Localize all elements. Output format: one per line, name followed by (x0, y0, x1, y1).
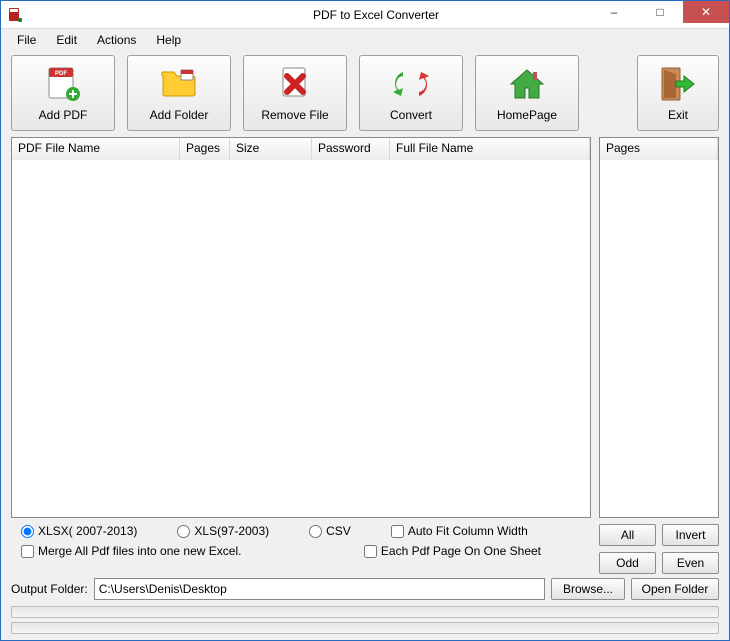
pages-list[interactable]: Pages (599, 137, 719, 518)
output-row: Output Folder: Browse... Open Folder (1, 574, 729, 604)
radio-xlsx[interactable]: XLSX( 2007-2013) (21, 524, 137, 538)
odd-button[interactable]: Odd (599, 552, 656, 574)
menu-help[interactable]: Help (148, 31, 189, 49)
folder-icon (159, 64, 199, 104)
app-window: PDF to Excel Converter – □ ✕ File Edit A… (0, 0, 730, 641)
window-controls: – □ ✕ (591, 1, 729, 28)
col-filename[interactable]: PDF File Name (12, 138, 180, 160)
check-autofit[interactable]: Auto Fit Column Width (391, 524, 528, 538)
menu-edit[interactable]: Edit (48, 31, 85, 49)
output-folder-input[interactable] (94, 578, 545, 600)
close-button[interactable]: ✕ (683, 1, 729, 23)
app-icon (7, 7, 23, 23)
exit-label: Exit (668, 108, 688, 122)
maximize-button[interactable]: □ (637, 1, 683, 23)
menubar: File Edit Actions Help (1, 29, 729, 51)
add-pdf-label: Add PDF (39, 108, 88, 122)
col-fullname[interactable]: Full File Name (390, 138, 590, 160)
col-size[interactable]: Size (230, 138, 312, 160)
convert-label: Convert (390, 108, 432, 122)
options-panel: XLSX( 2007-2013) XLS(97-2003) CSV Auto F… (11, 518, 591, 562)
open-folder-button[interactable]: Open Folder (631, 578, 719, 600)
radio-xls[interactable]: XLS(97-2003) (177, 524, 269, 538)
col-pages[interactable]: Pages (180, 138, 230, 160)
page-select-buttons: All Invert Odd Even (599, 518, 719, 574)
file-list[interactable]: PDF File Name Pages Size Password Full F… (11, 137, 591, 518)
convert-button[interactable]: Convert (359, 55, 463, 131)
even-button[interactable]: Even (662, 552, 719, 574)
output-label: Output Folder: (11, 582, 88, 596)
remove-file-button[interactable]: Remove File (243, 55, 347, 131)
exit-button[interactable]: Exit (637, 55, 719, 131)
file-list-body[interactable] (12, 160, 590, 517)
progress-bar-2 (11, 622, 719, 634)
col-password[interactable]: Password (312, 138, 390, 160)
add-folder-button[interactable]: Add Folder (127, 55, 231, 131)
svg-text:PDF: PDF (55, 71, 67, 77)
content-row: PDF File Name Pages Size Password Full F… (1, 137, 729, 518)
homepage-button[interactable]: HomePage (475, 55, 579, 131)
home-icon (507, 64, 547, 104)
titlebar: PDF to Excel Converter – □ ✕ (1, 1, 729, 29)
browse-button[interactable]: Browse... (551, 578, 625, 600)
pdf-icon: PDF (43, 64, 83, 104)
add-pdf-button[interactable]: PDF Add PDF (11, 55, 115, 131)
radio-csv[interactable]: CSV (309, 524, 351, 538)
convert-icon (391, 64, 431, 104)
pages-list-header: Pages (600, 138, 718, 160)
invert-button[interactable]: Invert (662, 524, 719, 546)
file-list-header: PDF File Name Pages Size Password Full F… (12, 138, 590, 160)
toolbar: PDF Add PDF Add Folder Remove File Conve… (1, 51, 729, 137)
col-side-pages[interactable]: Pages (600, 138, 718, 160)
exit-icon (658, 64, 698, 104)
remove-file-label: Remove File (261, 108, 328, 122)
add-folder-label: Add Folder (150, 108, 209, 122)
check-each-page[interactable]: Each Pdf Page On One Sheet (364, 544, 541, 558)
homepage-label: HomePage (497, 108, 557, 122)
progress-bar-1 (11, 606, 719, 618)
all-button[interactable]: All (599, 524, 656, 546)
minimize-button[interactable]: – (591, 1, 637, 23)
pages-list-body[interactable] (600, 160, 718, 517)
menu-actions[interactable]: Actions (89, 31, 144, 49)
remove-icon (275, 64, 315, 104)
menu-file[interactable]: File (9, 31, 44, 49)
check-merge[interactable]: Merge All Pdf files into one new Excel. (21, 544, 241, 558)
